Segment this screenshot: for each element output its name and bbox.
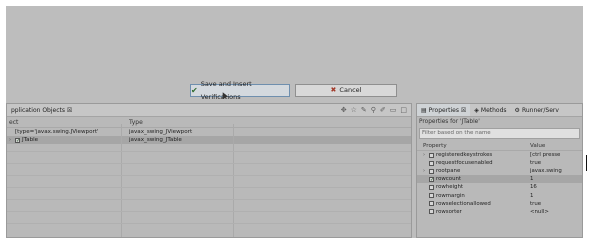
column-divider	[121, 124, 122, 237]
checkbox[interactable]	[429, 193, 434, 199]
application-objects-header: pplication Objects ☒ ✥ ☆ ✎ ⚲ ✐ ▭ □	[7, 104, 411, 117]
properties-subtitle: Properties for 'JTable'	[419, 119, 480, 125]
property-row[interactable]: rowsorter <null>	[417, 208, 582, 216]
column-value[interactable]: Value	[530, 143, 582, 149]
property-value: <null>	[530, 208, 549, 215]
property-row[interactable]: requestfocusenabled true	[417, 159, 582, 167]
property-value: [ctrl presse	[530, 152, 561, 159]
filter-input[interactable]: Filter based on the name	[419, 128, 580, 139]
row-divider	[7, 163, 411, 164]
expand-icon[interactable]: ›	[423, 168, 427, 174]
save-button-label: Save and Insert Verifications	[200, 79, 252, 101]
tab-runner[interactable]: ⚙ Runner/Serv	[511, 104, 563, 116]
property-row[interactable]: rowheight 16	[417, 183, 582, 191]
checkbox-checked[interactable]: ✓	[429, 176, 434, 182]
checkbox-checked[interactable]: ✓	[15, 137, 20, 143]
property-row[interactable]: rowmargin 1	[417, 191, 582, 199]
tab-label: Runner/Serv	[521, 106, 559, 114]
property-value: javax.swing	[530, 168, 562, 175]
column-property[interactable]: Property	[417, 143, 530, 149]
close-icon: ✖	[330, 86, 337, 94]
row-divider	[7, 151, 411, 152]
maximize-icon[interactable]: □	[400, 106, 407, 114]
checkbox[interactable]	[429, 201, 434, 207]
column-object[interactable]: ect	[7, 119, 129, 126]
property-name: rowselectionallowed	[436, 200, 491, 207]
row-divider	[7, 211, 411, 212]
cancel-button[interactable]: ✖ Cancel	[295, 84, 397, 97]
checkbox[interactable]	[429, 168, 434, 174]
properties-panel: ▤ Properties ☒ ◈ Methods ⚙ Runner/Serv P…	[416, 103, 583, 238]
property-name: rowmargin	[436, 192, 465, 199]
object-type: javax_swing_JViewport	[129, 129, 193, 135]
edit-icon[interactable]: ✐	[380, 106, 386, 114]
tab-label: Methods	[480, 106, 507, 114]
filter-icon[interactable]: ⚲	[371, 106, 376, 114]
properties-icon: ▤	[421, 106, 427, 114]
minimize-icon[interactable]: ▭	[390, 106, 397, 114]
property-name: rootpane	[436, 168, 461, 175]
row-divider	[7, 175, 411, 176]
checkmark-icon: ✔	[191, 86, 198, 95]
highlight-icon[interactable]: ☆	[351, 106, 357, 114]
tab-methods[interactable]: ◈ Methods	[470, 104, 510, 116]
property-row[interactable]: › registeredkeystrokes [ctrl presse	[417, 151, 582, 159]
expand-icon[interactable]: ›	[423, 152, 427, 158]
checkbox[interactable]	[429, 209, 434, 215]
property-name: registeredkeystrokes	[436, 152, 493, 159]
application-objects-panel: pplication Objects ☒ ✥ ☆ ✎ ⚲ ✐ ▭ □ ect T…	[6, 103, 412, 238]
property-row[interactable]: › rootpane javax.swing	[417, 167, 582, 175]
objects-column-header: ect Type	[7, 117, 411, 128]
dialog-overlay: ✔ Save and Insert Verifications ✖ Cancel…	[6, 6, 583, 238]
property-name: rowsorter	[436, 208, 462, 215]
property-name: rowheight	[436, 184, 463, 191]
pick-icon[interactable]: ✎	[361, 106, 367, 114]
tab-application-objects[interactable]: pplication Objects ☒	[7, 104, 76, 116]
column-type[interactable]: Type	[129, 119, 239, 126]
object-name: JTable	[22, 137, 39, 143]
tab-properties[interactable]: ▤ Properties ☒	[417, 104, 471, 116]
property-value: 16	[530, 184, 537, 191]
property-value: 1	[530, 176, 534, 183]
panel-toolbar: ✥ ☆ ✎ ⚲ ✐ ▭ □	[341, 106, 411, 114]
object-type: javax_swing_JTable	[129, 137, 182, 143]
pin-icon[interactable]: ✥	[341, 106, 347, 114]
property-value: true	[530, 200, 542, 207]
table-row[interactable]: [type='javax.swing.JViewport' javax_swin…	[7, 128, 411, 136]
row-divider	[7, 187, 411, 188]
property-name: requestfocusenabled	[436, 160, 493, 167]
property-value: true	[530, 160, 542, 167]
expand-icon[interactable]: ›	[9, 137, 13, 143]
row-divider	[7, 199, 411, 200]
properties-tabs: ▤ Properties ☒ ◈ Methods ⚙ Runner/Serv	[417, 104, 582, 117]
object-name: [type='javax.swing.JViewport'	[15, 129, 99, 135]
methods-icon: ◈	[474, 106, 479, 114]
row-divider	[7, 223, 411, 224]
table-row-selected[interactable]: › ✓ JTable javax_swing_JTable	[7, 136, 411, 144]
checkbox[interactable]	[429, 152, 434, 158]
checkbox[interactable]	[429, 184, 434, 190]
property-value: 1	[530, 192, 534, 199]
checkbox[interactable]	[429, 160, 434, 166]
column-divider	[233, 124, 234, 237]
tab-label: Properties ☒	[428, 106, 467, 114]
runner-icon: ⚙	[514, 106, 520, 114]
property-row-selected[interactable]: ✓ rowcount 1	[417, 175, 582, 184]
properties-column-header: Property Value	[417, 141, 582, 151]
tab-label: pplication Objects ☒	[11, 106, 73, 114]
cancel-button-label: Cancel	[339, 86, 362, 94]
property-name: rowcount	[436, 176, 462, 183]
property-row[interactable]: rowselectionallowed true	[417, 200, 582, 208]
save-and-insert-verifications-button[interactable]: ✔ Save and Insert Verifications	[190, 80, 290, 101]
text-cursor	[586, 155, 587, 171]
